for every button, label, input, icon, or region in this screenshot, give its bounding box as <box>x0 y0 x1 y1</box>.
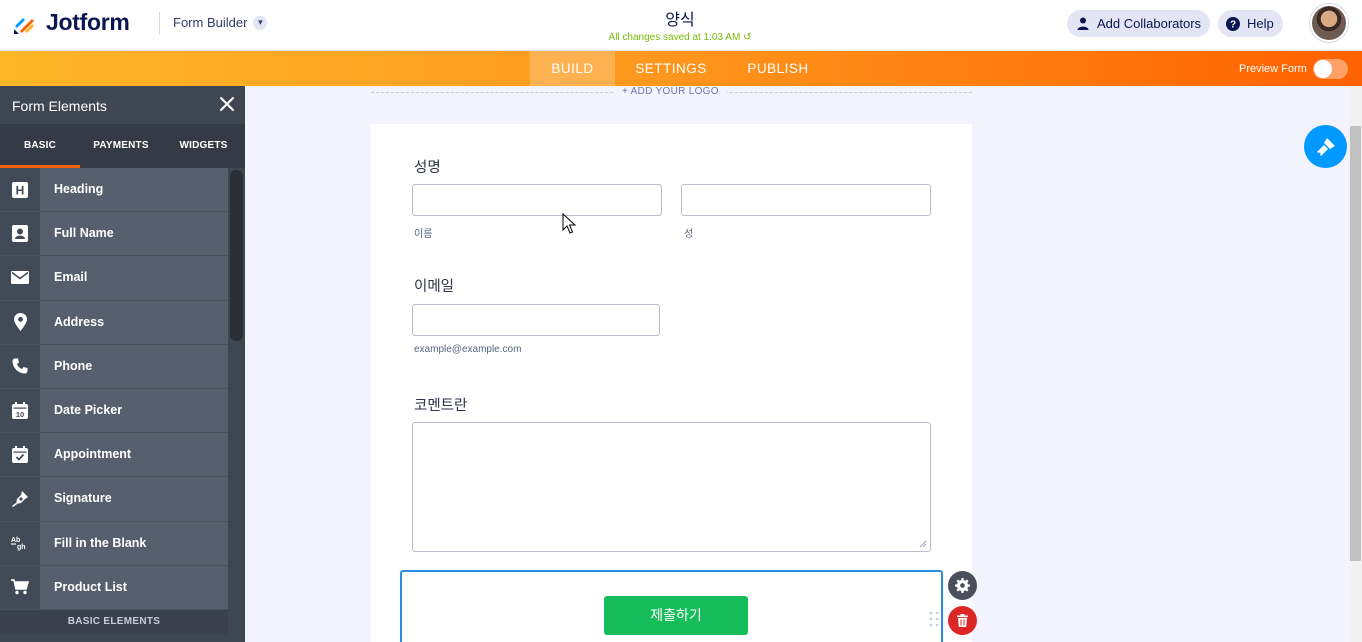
tab-publish[interactable]: PUBLISH <box>738 51 818 86</box>
last-name-sublabel: 성 <box>684 229 694 240</box>
form-builder-label: Form Builder <box>173 15 248 30</box>
calendar-check-icon <box>0 433 40 477</box>
element-label: Heading <box>54 182 104 196</box>
user-icon <box>1076 17 1090 31</box>
map-pin-icon <box>0 300 40 344</box>
fill-blank-icon: Ab gh <box>0 521 40 565</box>
element-appointment[interactable]: Appointment <box>0 433 228 478</box>
form-elements-panel: Form Elements BASIC PAYMENTS WIDGETS H H… <box>0 86 245 642</box>
element-label: Signature <box>54 491 112 506</box>
top-header: Jotform Form Builder ▾ 양식 All changes sa… <box>0 0 1362 51</box>
element-label: Full Name <box>54 226 114 241</box>
name-field-label: 성명 <box>414 160 441 176</box>
element-phone[interactable]: Phone <box>0 344 228 389</box>
svg-text:H: H <box>16 183 25 197</box>
tab-widgets[interactable]: WIDGETS <box>162 124 245 168</box>
element-fill-in-the-blank[interactable]: Ab gh Fill in the Blank <box>0 521 228 566</box>
preview-form-toggle[interactable] <box>1313 59 1348 79</box>
element-email[interactable]: Email <box>0 256 228 301</box>
heading-icon: H <box>0 168 40 212</box>
header-divider <box>159 12 160 34</box>
element-signature[interactable]: Signature <box>0 477 228 522</box>
help-label: Help <box>1247 16 1274 31</box>
field-settings-button[interactable] <box>948 571 977 600</box>
email-sublabel: example@example.com <box>414 344 522 355</box>
envelope-icon <box>0 256 40 300</box>
panel-header: Form Elements <box>0 86 245 124</box>
form-title-area: 양식 All changes saved at 1:03 AM ↺ <box>530 6 830 43</box>
brand-name: Jotform <box>46 9 130 35</box>
element-label: Email <box>54 270 88 285</box>
chevron-down-icon: ▾ <box>253 15 268 30</box>
element-date-picker[interactable]: 10 Date Picker <box>0 388 228 434</box>
basic-elements-footer: BASIC ELEMENTS <box>0 610 228 634</box>
page-scrollbar-thumb[interactable] <box>1350 126 1361 561</box>
form-builder-dropdown[interactable]: Form Builder ▾ <box>173 15 268 30</box>
tab-basic[interactable]: BASIC <box>0 124 80 168</box>
last-name-input[interactable] <box>681 184 931 216</box>
add-logo-link[interactable]: + ADD YOUR LOGO <box>614 86 727 97</box>
first-name-sublabel: 이름 <box>414 229 433 240</box>
delete-field-button[interactable] <box>948 606 977 635</box>
element-address[interactable]: Address <box>0 300 228 345</box>
svg-text:Ab: Ab <box>11 537 20 544</box>
gear-icon <box>955 578 970 593</box>
form-designer-button[interactable] <box>1304 125 1347 168</box>
question-circle-icon: ? <box>1226 16 1240 31</box>
paint-roller-icon <box>1316 137 1335 156</box>
pen-nib-icon <box>0 477 40 521</box>
mouse-cursor-icon <box>562 213 576 234</box>
element-product-list[interactable]: Product List <box>0 565 228 610</box>
calendar-icon: 10 <box>0 388 40 433</box>
add-collaborators-button[interactable]: Add Collaborators <box>1067 10 1211 37</box>
element-label: Product List <box>54 579 127 594</box>
svg-text:?: ? <box>1230 19 1236 30</box>
panel-scrollbar-thumb[interactable] <box>230 170 243 341</box>
trash-icon <box>957 614 968 627</box>
phone-icon <box>0 344 40 388</box>
tab-payments[interactable]: PAYMENTS <box>80 124 162 168</box>
element-label: Date Picker <box>54 402 123 417</box>
panel-title: Form Elements <box>12 98 107 114</box>
element-label: Fill in the Blank <box>54 535 147 550</box>
element-label: Address <box>54 314 105 329</box>
email-input[interactable] <box>412 304 660 336</box>
panel-tabs: BASIC PAYMENTS WIDGETS <box>0 124 245 168</box>
svg-text:gh: gh <box>17 544 26 551</box>
comments-field-label: 코멘트란 <box>414 398 468 414</box>
svg-text:10: 10 <box>16 410 24 419</box>
element-list: H Heading Full Name Email Address Phone … <box>0 168 228 610</box>
element-label: Phone <box>54 358 93 373</box>
element-label: Appointment <box>54 447 132 462</box>
resize-handle-icon[interactable] <box>919 540 927 548</box>
submit-button[interactable]: 제출하기 <box>604 596 748 635</box>
user-avatar[interactable] <box>1310 4 1348 42</box>
save-status-text: All changes saved at 1:03 AM <box>608 32 741 43</box>
comments-textarea[interactable] <box>412 422 931 552</box>
cart-icon <box>0 565 40 609</box>
email-field-label: 이메일 <box>414 279 455 295</box>
help-button[interactable]: ? Help <box>1218 10 1283 37</box>
close-icon[interactable] <box>218 95 236 113</box>
element-full-name[interactable]: Full Name <box>0 212 228 257</box>
preview-form-label: Preview Form <box>1239 63 1307 75</box>
tab-build[interactable]: BUILD <box>530 51 615 86</box>
undo-history-icon[interactable]: ↺ <box>743 32 751 43</box>
tab-settings[interactable]: SETTINGS <box>624 51 718 86</box>
jotform-logo[interactable]: Jotform <box>12 9 130 36</box>
form-title[interactable]: 양식 <box>530 6 830 30</box>
add-collaborators-label: Add Collaborators <box>1097 16 1202 31</box>
contact-card-icon <box>0 212 40 256</box>
element-heading[interactable]: H Heading <box>0 168 228 213</box>
drag-handle-icon[interactable] <box>929 611 939 627</box>
jotform-logo-icon <box>14 17 34 34</box>
builder-nav: BUILD SETTINGS PUBLISH Preview Form <box>0 51 1362 86</box>
first-name-input[interactable] <box>412 184 662 216</box>
save-status: All changes saved at 1:03 AM ↺ <box>530 32 830 43</box>
toggle-knob <box>1314 60 1332 78</box>
